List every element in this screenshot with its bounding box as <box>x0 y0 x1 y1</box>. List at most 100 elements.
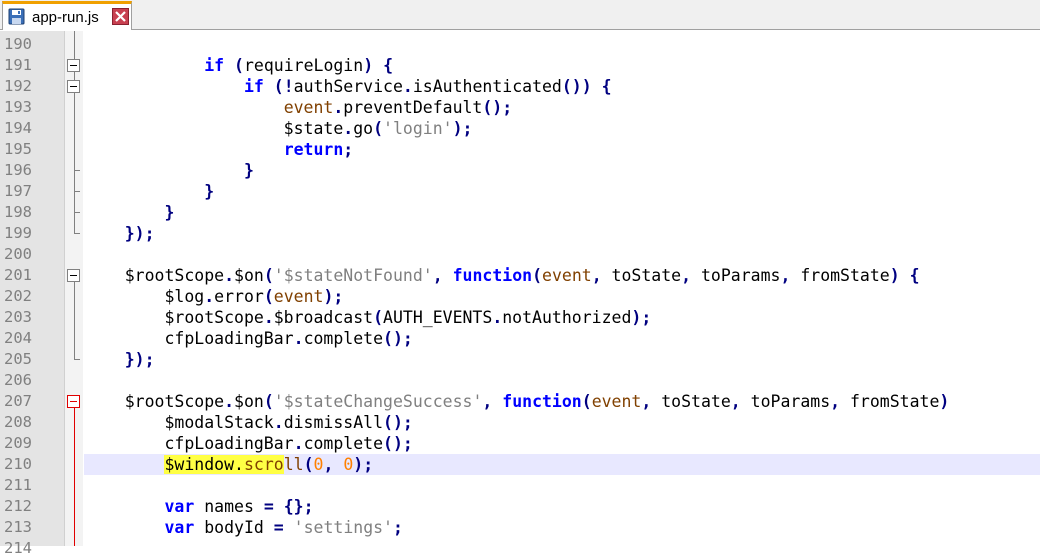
code-token: if <box>204 56 225 75</box>
code-token: $modalStack <box>85 413 274 432</box>
code-token: ); <box>323 287 344 306</box>
code-text: $window.scroll(0, 0); <box>85 454 373 475</box>
code-token: cfpLoadingBar <box>85 434 294 453</box>
code-line[interactable]: 211 <box>0 475 1040 496</box>
code-token: ; <box>393 518 403 537</box>
code-token: (); <box>383 329 413 348</box>
code-token: fromState <box>840 392 940 411</box>
code-text: }); <box>85 349 155 370</box>
line-number: 192 <box>4 77 32 95</box>
code-token: scro <box>243 455 284 474</box>
file-tab[interactable]: app-run.js <box>2 1 132 30</box>
close-icon[interactable] <box>112 8 129 25</box>
code-token: ) <box>939 392 950 411</box>
code-line[interactable]: 191 if (requireLogin) { <box>0 55 1040 76</box>
code-line[interactable]: 202 $log.error(event); <box>0 286 1040 307</box>
code-line[interactable]: 200 <box>0 244 1040 265</box>
code-token: isAuthenticated <box>412 77 562 96</box>
code-token: . <box>343 119 354 138</box>
code-line[interactable]: 194 $state.go('login'); <box>0 118 1040 139</box>
code-line[interactable]: 206 <box>0 370 1040 391</box>
code-token: ( <box>263 266 274 285</box>
code-line[interactable]: 195 return; <box>0 139 1040 160</box>
code-token: error <box>214 287 264 306</box>
code-token: ); <box>353 455 374 474</box>
code-line[interactable]: 193 event.preventDefault(); <box>0 97 1040 118</box>
code-token: toParams <box>740 392 831 411</box>
code-line[interactable]: 207 $rootScope.$on('$stateChangeSuccess'… <box>0 391 1040 412</box>
fold-guide-active <box>74 405 75 546</box>
code-token: . <box>333 98 344 117</box>
code-token: }); <box>124 350 155 369</box>
code-token: $state <box>85 119 344 138</box>
code-line[interactable]: 214 <box>0 538 1040 559</box>
line-number: 212 <box>4 497 32 515</box>
code-line[interactable]: 196 } <box>0 160 1040 181</box>
code-token: . <box>402 77 413 96</box>
code-token: complete <box>303 329 384 348</box>
code-token: , <box>830 392 841 411</box>
code-token: names <box>194 497 264 516</box>
code-line[interactable]: 201 $rootScope.$on('$stateNotFound', fun… <box>0 265 1040 286</box>
line-number: 200 <box>4 245 32 263</box>
code-token: event <box>283 98 334 117</box>
code-token: , <box>482 392 493 411</box>
fold-toggle[interactable] <box>67 59 80 72</box>
code-line[interactable]: 210 $window.scroll(0, 0); <box>0 454 1040 475</box>
code-line[interactable]: 190 <box>0 34 1040 55</box>
code-line[interactable]: 209 cfpLoadingBar.complete(); <box>0 433 1040 454</box>
code-line[interactable]: 192 if (!authService.isAuthenticated()) … <box>0 76 1040 97</box>
code-text: cfpLoadingBar.complete(); <box>85 328 413 349</box>
code-token: preventDefault <box>343 98 483 117</box>
fold-end-marker <box>74 359 80 360</box>
code-text: $modalStack.dismissAll(); <box>85 412 412 433</box>
code-text: $rootScope.$on('$stateNotFound', functio… <box>85 265 920 286</box>
code-token: notAuthorized <box>502 308 632 327</box>
line-number: 194 <box>4 119 32 137</box>
code-token: var <box>164 497 195 516</box>
code-token: ) <box>363 56 374 75</box>
code-line[interactable]: 199 }); <box>0 223 1040 244</box>
code-token: go <box>353 119 374 138</box>
code-token: ( <box>263 392 274 411</box>
code-text: return; <box>85 139 354 160</box>
code-token: dismissAll <box>283 413 384 432</box>
fold-toggle[interactable] <box>67 395 80 408</box>
code-line[interactable]: 213 var bodyId = 'settings'; <box>0 517 1040 538</box>
code-token: {}; <box>283 497 314 516</box>
line-number: 191 <box>4 56 32 74</box>
fold-end-marker <box>74 212 80 213</box>
code-token: ()) <box>561 77 592 96</box>
fold-toggle[interactable] <box>67 80 80 93</box>
code-line[interactable]: 208 $modalStack.dismissAll(); <box>0 412 1040 433</box>
code-token: . <box>204 287 215 306</box>
code-token: event <box>591 392 642 411</box>
code-line[interactable]: 197 } <box>0 181 1040 202</box>
line-number: 206 <box>4 371 32 389</box>
line-number: 198 <box>4 203 32 221</box>
code-line[interactable]: 204 cfpLoadingBar.complete(); <box>0 328 1040 349</box>
line-number: 211 <box>4 476 32 494</box>
code-token: if <box>243 77 264 96</box>
code-text: $state.go('login'); <box>85 118 473 139</box>
line-number: 201 <box>4 266 32 284</box>
code-line[interactable]: 203 $rootScope.$broadcast(AUTH_EVENTS.no… <box>0 307 1040 328</box>
fold-toggle[interactable] <box>67 269 80 282</box>
code-line[interactable]: 205 }); <box>0 349 1040 370</box>
code-text: if (requireLogin) { <box>85 55 393 76</box>
code-line[interactable]: 212 var names = {}; <box>0 496 1040 517</box>
code-token: ll <box>283 455 304 474</box>
code-line[interactable]: 198 } <box>0 202 1040 223</box>
code-editor[interactable]: 190 191 if (requireLogin) {192 if (!authS… <box>0 31 1040 557</box>
code-token: toParams <box>691 266 781 285</box>
code-token: ( <box>532 266 543 285</box>
line-number: 213 <box>4 518 32 536</box>
line-number: 208 <box>4 413 32 431</box>
